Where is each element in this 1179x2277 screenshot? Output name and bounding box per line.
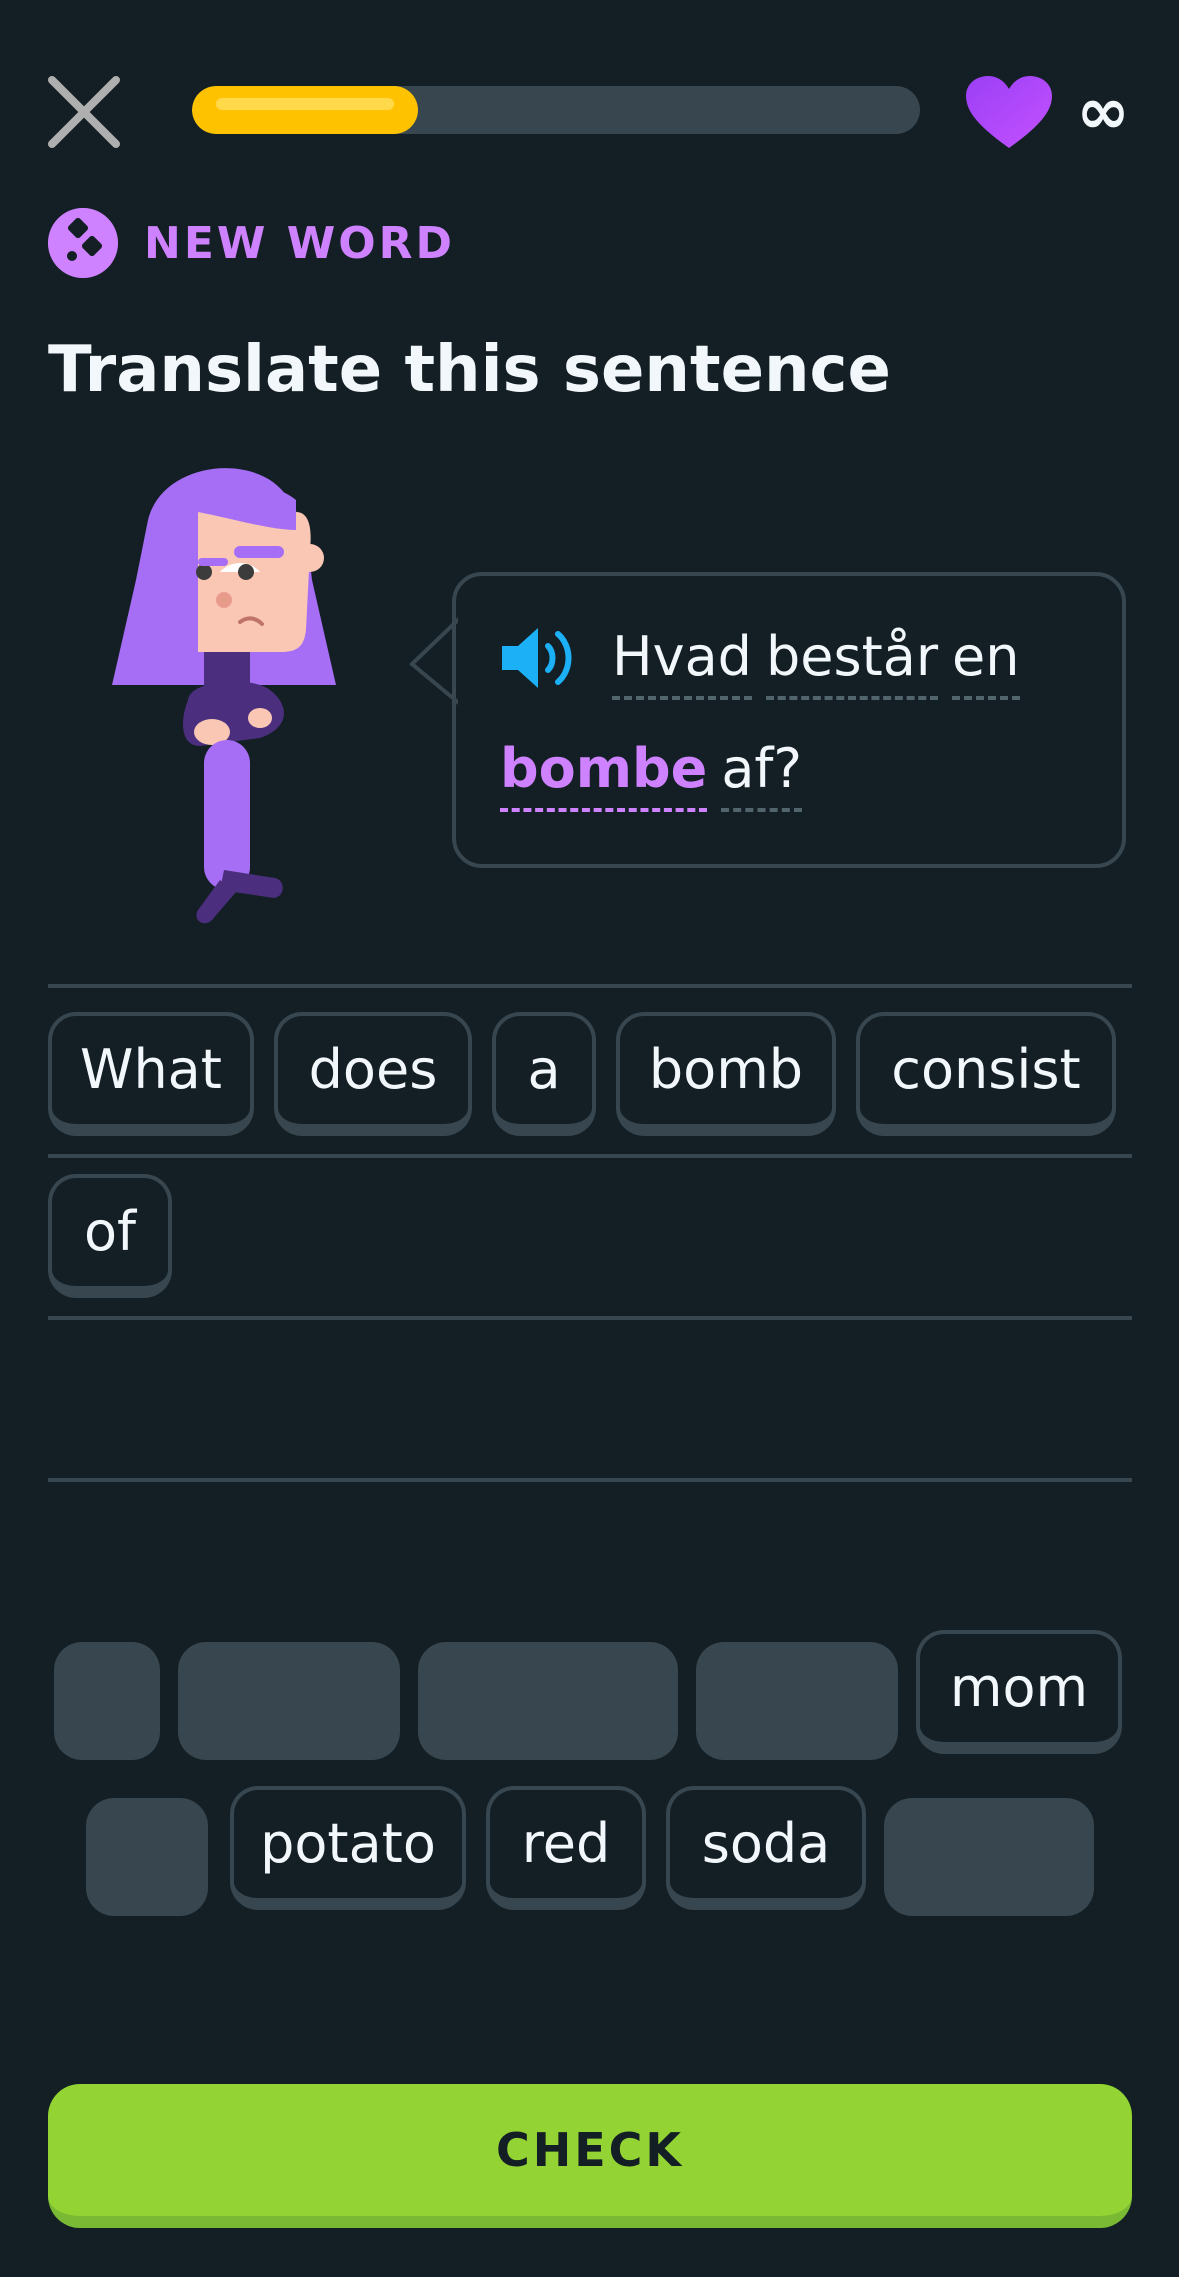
word-bank-empty-slot: [696, 1642, 898, 1760]
answer-word-chip[interactable]: consist: [856, 1012, 1116, 1136]
word-bank-chip[interactable]: red: [486, 1786, 646, 1910]
prompt-word[interactable]: Hvad: [612, 622, 752, 700]
new-word-label: NEW WORD: [144, 218, 456, 269]
progress-shine: [216, 98, 394, 110]
word-bank-chip[interactable]: soda: [666, 1786, 866, 1910]
character-illustration: [112, 468, 336, 924]
word-bank-chip[interactable]: potato: [230, 1786, 466, 1910]
answer-word-chip[interactable]: bomb: [616, 1012, 836, 1136]
speech-bubble: Hvad består en bombe af?: [404, 572, 1132, 874]
word-bank-chip[interactable]: mom: [916, 1630, 1122, 1754]
answer-word-chip[interactable]: What: [48, 1012, 254, 1136]
check-button[interactable]: CHECK: [48, 2084, 1132, 2228]
speech-bubble-body: [452, 572, 1126, 868]
close-icon[interactable]: [46, 74, 122, 150]
progress-fill: [192, 86, 418, 134]
prompt-word[interactable]: af?: [721, 734, 803, 812]
word-bank-empty-slot: [86, 1798, 208, 1916]
progress-bar: [192, 86, 920, 134]
prompt-word[interactable]: består: [765, 622, 939, 700]
word-bank-empty-slot: [884, 1798, 1094, 1916]
answer-line: [48, 1316, 1132, 1320]
new-word-icon: [48, 208, 118, 278]
word-bank-empty-slot: [54, 1642, 160, 1760]
heart-icon: [966, 76, 1052, 148]
hearts-count: ∞: [1076, 75, 1130, 149]
prompt-word-new[interactable]: bombe: [500, 734, 708, 812]
page-title: Translate this sentence: [48, 333, 891, 407]
prompt-line-1: Hvad består en: [612, 622, 1034, 700]
answer-line: [48, 984, 1132, 988]
answer-word-chip[interactable]: a: [492, 1012, 596, 1136]
answer-word-chip[interactable]: of: [48, 1174, 172, 1298]
speaker-icon[interactable]: [498, 622, 582, 694]
prompt-word[interactable]: en: [952, 622, 1020, 700]
prompt-line-2: bombe af?: [500, 734, 816, 812]
answer-line: [48, 1478, 1132, 1482]
word-bank-empty-slot: [178, 1642, 400, 1760]
answer-word-chip[interactable]: does: [274, 1012, 472, 1136]
answer-line: [48, 1154, 1132, 1158]
word-bank-empty-slot: [418, 1642, 678, 1760]
